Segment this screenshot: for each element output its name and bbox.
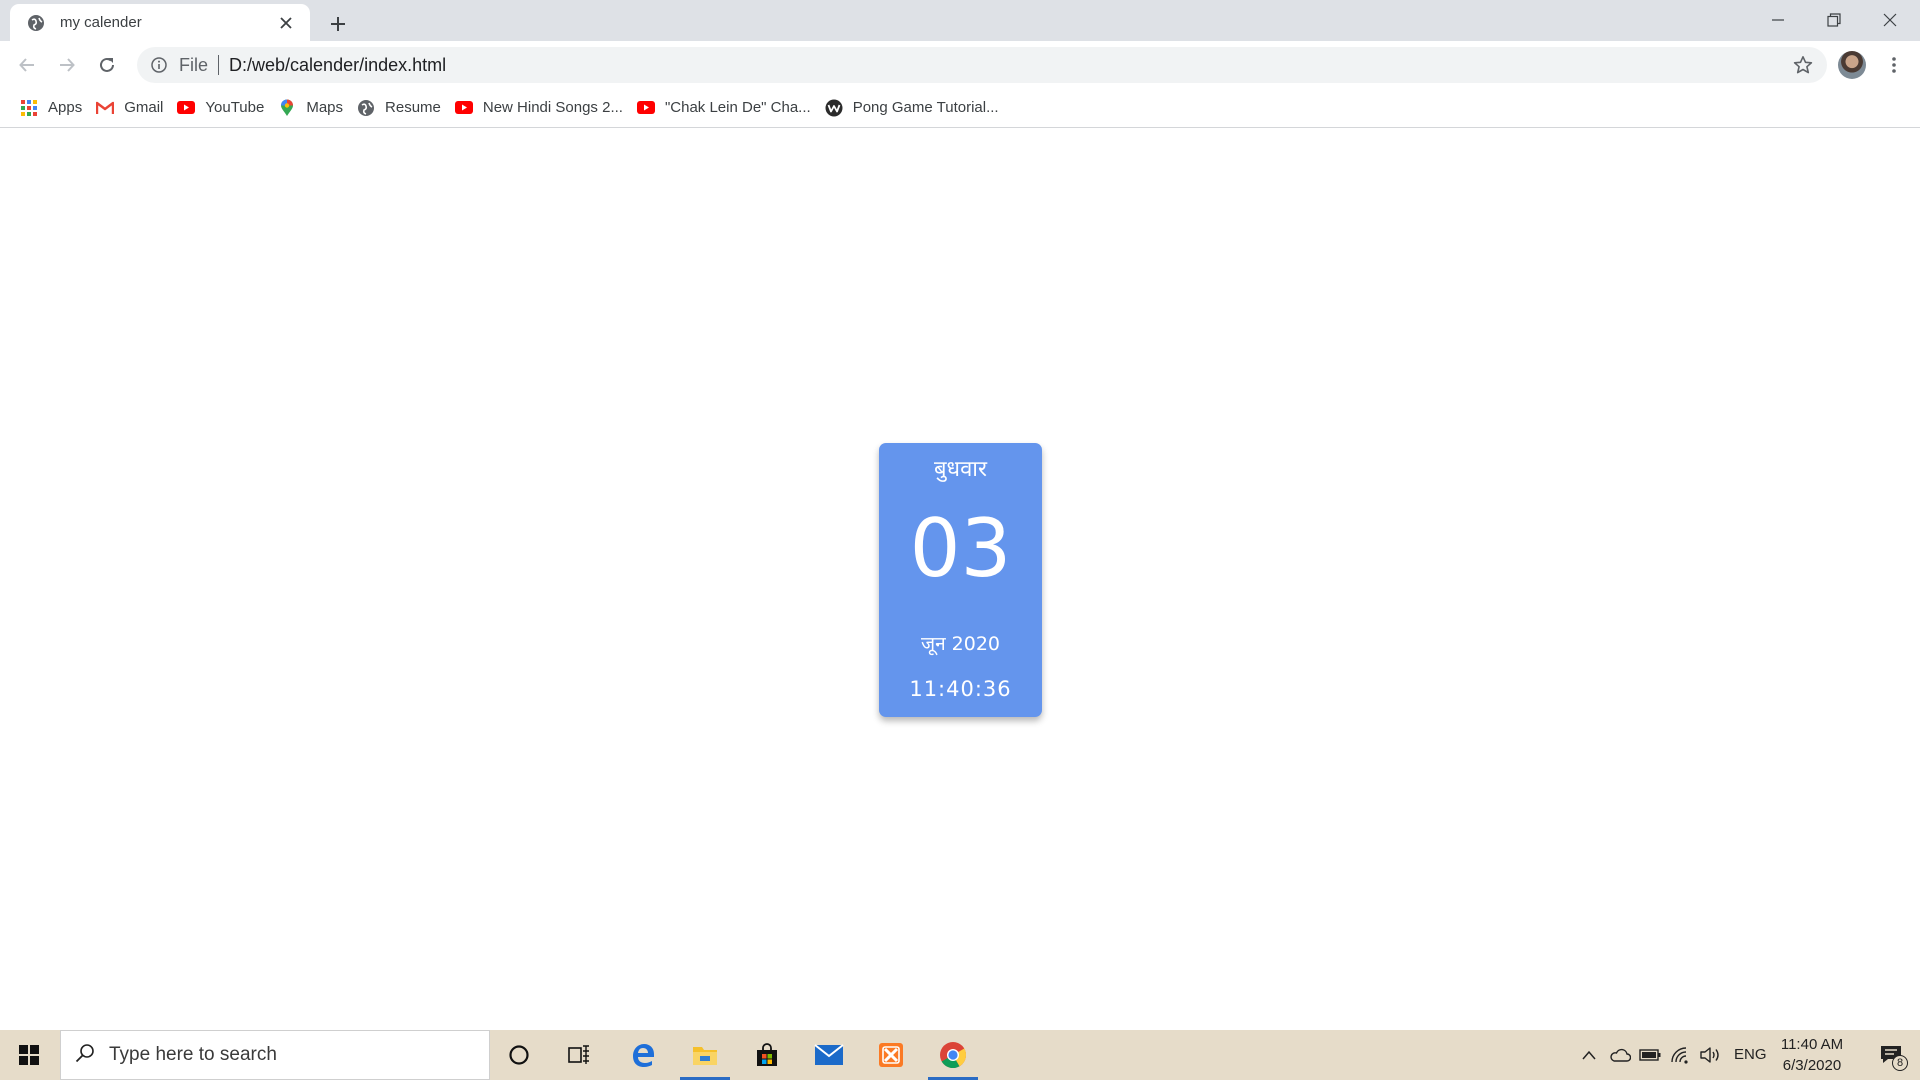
tab-my-calender[interactable]: my calender <box>10 4 310 41</box>
wifi-icon[interactable] <box>1668 1030 1692 1080</box>
calendar-month-year: जून 2020 <box>920 633 1001 655</box>
clock-time: 11:40 AM <box>1780 1036 1844 1053</box>
clock-date: 6/3/2020 <box>1782 1057 1842 1074</box>
bookmark-pong-game-tutorial[interactable]: Pong Game Tutorial... <box>821 93 1009 123</box>
close-window-icon[interactable] <box>1862 0 1918 40</box>
apps-grid-icon <box>20 99 38 117</box>
forward-arrow-icon[interactable] <box>52 50 82 80</box>
bookmark-gmail[interactable]: Gmail <box>92 93 173 123</box>
browser-toolbar: File D:/web/calender/index.html <box>0 41 1920 88</box>
profile-avatar[interactable] <box>1838 51 1866 79</box>
taskbar-clock[interactable]: 11:40 AM 6/3/2020 <box>1780 1034 1844 1076</box>
w-logo-icon <box>825 99 843 117</box>
tab-title: my calender <box>60 14 142 31</box>
calendar-time: 11:40:36 <box>909 677 1012 701</box>
bookmark-star-icon[interactable] <box>1793 55 1813 75</box>
bookmarks-bar: Apps Gmail YouTube Maps Resume New Hindi… <box>0 88 1920 128</box>
calendar-date-number: 03 <box>909 502 1012 595</box>
globe-icon <box>357 99 375 117</box>
windows-start-icon[interactable] <box>0 1030 58 1080</box>
action-center-icon[interactable]: 8 <box>1862 1030 1920 1080</box>
xampp-icon[interactable] <box>862 1030 920 1080</box>
file-scheme-label: File <box>179 54 209 75</box>
taskbar-search-box[interactable]: Type here to search <box>60 1030 490 1080</box>
battery-icon[interactable] <box>1638 1030 1662 1080</box>
more-menu-icon[interactable] <box>1880 51 1908 79</box>
minimize-icon[interactable] <box>1750 0 1806 40</box>
youtube-icon <box>177 99 196 117</box>
windows-taskbar: Type here to search ENG 11:40 AM 6/3/202 <box>0 1030 1920 1080</box>
bookmark-label: Maps <box>306 99 344 116</box>
chrome-icon[interactable] <box>924 1030 982 1080</box>
url-text[interactable]: D:/web/calender/index.html <box>229 55 446 76</box>
bookmark-youtube[interactable]: YouTube <box>173 93 274 123</box>
youtube-icon <box>636 99 655 117</box>
file-explorer-icon[interactable] <box>676 1030 734 1080</box>
search-icon <box>75 1043 95 1068</box>
bookmark-label: Gmail <box>124 99 164 116</box>
input-language-indicator[interactable]: ENG <box>1734 1030 1767 1080</box>
onedrive-cloud-icon[interactable] <box>1608 1030 1632 1080</box>
info-icon[interactable] <box>149 55 169 75</box>
reload-icon[interactable] <box>92 50 122 80</box>
gmail-icon <box>96 99 115 117</box>
bookmark-resume[interactable]: Resume <box>353 93 451 123</box>
bookmark-label: Resume <box>385 99 441 116</box>
globe-icon <box>26 13 46 33</box>
search-placeholder: Type here to search <box>109 1044 277 1065</box>
bookmark-apps[interactable]: Apps <box>16 93 92 123</box>
microsoft-store-icon[interactable] <box>738 1030 796 1080</box>
edge-browser-icon[interactable] <box>614 1030 672 1080</box>
notification-count-badge: 8 <box>1892 1055 1908 1071</box>
bookmark-label: New Hindi Songs 2... <box>482 99 623 116</box>
page-viewport: बुधवार 03 जून 2020 11:40:36 <box>0 128 1920 1030</box>
bookmark-maps[interactable]: Maps <box>274 93 353 123</box>
calendar-card: बुधवार 03 जून 2020 11:40:36 <box>879 443 1042 717</box>
bookmark-new-hindi-songs[interactable]: New Hindi Songs 2... <box>451 93 633 123</box>
omnibox-divider <box>218 55 220 75</box>
bookmark-label: "Chak Lein De" Cha... <box>664 99 811 116</box>
bookmark-label: YouTube <box>205 99 265 116</box>
cortana-circle-icon[interactable] <box>490 1030 548 1080</box>
mail-envelope-icon[interactable] <box>800 1030 858 1080</box>
new-tab-plus-icon[interactable] <box>324 10 352 38</box>
bookmark-label: Pong Game Tutorial... <box>852 99 999 116</box>
task-view-icon[interactable] <box>550 1030 608 1080</box>
close-tab-icon[interactable] <box>276 13 296 33</box>
youtube-icon <box>454 99 473 117</box>
volume-speaker-icon[interactable] <box>1698 1030 1724 1080</box>
bookmark-chak-lein-de[interactable]: "Chak Lein De" Cha... <box>633 93 821 123</box>
chevron-up-icon[interactable] <box>1578 1030 1600 1080</box>
bookmark-label: Apps <box>48 99 83 116</box>
back-arrow-icon[interactable] <box>12 50 42 80</box>
calendar-day-name: बुधवार <box>933 457 988 482</box>
restore-icon[interactable] <box>1806 0 1862 40</box>
maps-pin-icon <box>278 99 296 117</box>
browser-titlebar: my calender <box>0 0 1920 41</box>
address-bar[interactable]: File D:/web/calender/index.html <box>137 47 1827 83</box>
